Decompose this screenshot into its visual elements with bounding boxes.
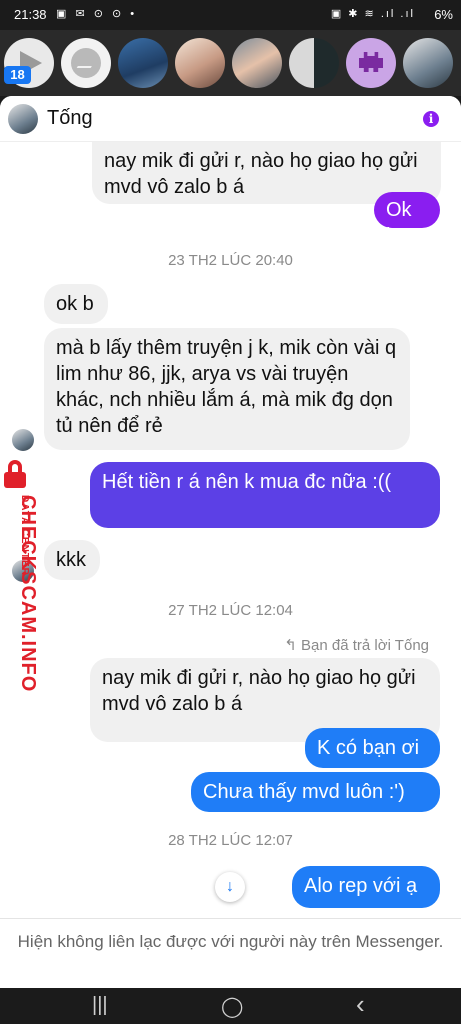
message-in-ok: ok b [44,284,108,324]
message-out-k-co: K có bạn ơi [305,728,440,768]
message-out-no-money: Hết tiền r á nên k mua đc nữa :(( [90,462,440,528]
contact-avatar[interactable] [8,104,38,134]
messenger-chat-head[interactable] [61,38,111,88]
unread-badge: 18 [4,66,31,84]
timestamp-1: 23 TH2 LÚC 20:40 [168,252,293,269]
sender-avatar [12,429,34,451]
info-icon[interactable]: i [423,111,439,127]
group-chat-head[interactable] [118,38,168,88]
invader-chat-head[interactable] [346,38,396,88]
anime-avatar-chat-head[interactable] [175,38,225,88]
message-in-long: mà b lấy thêm truyện j k, mik còn vài q … [44,328,410,450]
watermark-tag: DATA CENTER [19,495,30,576]
message-out-ok: Ok b [374,192,440,247]
chat-panel: Tống i nay mik đi gửi r, nào họ giao họ … [0,96,461,988]
tong-chat-head[interactable] [403,38,453,88]
reply-note-text: Bạn đã trả lời Tống [301,637,429,654]
unavailable-notice: Hiện không liên lạc được với người này t… [0,918,461,988]
reply-indicator: ↰ Bạn đã trả lời Tống [284,637,429,654]
checkscam-watermark: CHECKSCAM.INFO DATA CENTER [2,450,46,692]
message-out-chua-thay: Chưa thấy mvd luôn :') [191,772,440,812]
battery-level: 6% [434,7,453,22]
timestamp-3: 28 TH2 LÚC 12:07 [168,832,293,849]
system-nav-bar: ||| ◯ ‹ [0,988,461,1024]
split-avatar-chat-head[interactable] [289,38,339,88]
chat-header: Tống i [0,96,461,142]
arrow-down-icon: ↓ [226,878,234,895]
status-bar: 21:38 ▣ ✉ ⊙ ⊙ • ▣ ✱ ≋ .ıl .ıl 6% [0,0,461,30]
back-button[interactable]: ‹ [356,989,365,1020]
space-invader-icon [359,52,383,72]
contact-name[interactable]: Tống [47,107,93,130]
scroll-down-button[interactable]: ↓ [215,872,245,902]
lock-icon [4,460,26,488]
timestamp-2: 27 TH2 LÚC 12:04 [168,602,293,619]
recents-button[interactable]: ||| [92,994,108,1017]
messenger-icon [71,48,101,78]
notification-icons: ▣ ✉ ⊙ ⊙ • [56,8,138,20]
person-chat-head[interactable] [232,38,282,88]
home-button[interactable]: ◯ [221,994,243,1019]
chat-heads-bar: 18 [0,30,461,96]
message-out-alo: Alo rep với ạ [292,866,440,908]
message-in-kkk: kkk [44,540,100,580]
signal-icons: ▣ ✱ ≋ .ıl .ıl [330,8,415,20]
status-time: 21:38 [14,7,47,22]
